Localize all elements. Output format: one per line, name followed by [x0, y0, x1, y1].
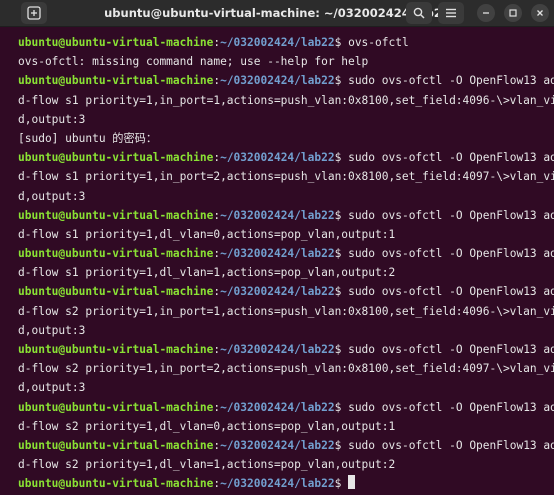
text-cursor	[348, 475, 356, 490]
output-line: d-flow s1 priority=1,in_port=2,actions=p…	[18, 170, 554, 184]
prompt-path: ~/032002424/lab22	[220, 477, 335, 491]
minimize-button[interactable]	[477, 4, 495, 22]
prompt-path: ~/032002424/lab22	[220, 343, 335, 356]
terminal-output[interactable]: ubuntu@ubuntu-virtual-machine:~/03200242…	[18, 33, 554, 494]
maximize-button[interactable]	[504, 4, 522, 22]
window-title: ubuntu@ubuntu-virtual-machine: ~/0320024…	[104, 6, 450, 20]
command-text: sudo ovs-ofctl -O OpenFlow13 ad	[348, 343, 554, 356]
prompt-path: ~/032002424/lab22	[220, 151, 335, 165]
command-text: sudo ovs-ofctl -O OpenFlow13 ad	[348, 400, 554, 414]
prompt-line: ubuntu@ubuntu-virtual-machine:~/03200242…	[18, 474, 554, 493]
output-line: d,output:3	[18, 189, 86, 203]
close-button[interactable]	[531, 4, 549, 22]
output-line: ovs-ofctl: missing command name; use --h…	[18, 55, 369, 69]
new-tab-button[interactable]	[21, 2, 47, 24]
prompt-dollar: $	[334, 477, 349, 491]
prompt-user: ubuntu@ubuntu-virtual-machine	[18, 208, 214, 222]
prompt-user: ubuntu@ubuntu-virtual-machine	[18, 343, 214, 356]
prompt-line: ubuntu@ubuntu-virtual-machine:~/03200242…	[18, 340, 554, 359]
prompt-path: ~/032002424/lab22	[220, 438, 335, 452]
prompt-dollar: $	[334, 438, 349, 452]
command-text: sudo ovs-ofctl -O OpenFlow13 ad	[348, 438, 554, 452]
output-line: d-flow s2 priority=1,dl_vlan=1,actions=p…	[18, 458, 396, 472]
prompt-dollar: $	[334, 208, 349, 222]
prompt-user: ubuntu@ubuntu-virtual-machine	[18, 477, 214, 491]
prompt-dollar: $	[334, 74, 349, 88]
prompt-dollar: $	[334, 285, 349, 299]
prompt-path: ~/032002424/lab22	[220, 36, 335, 49]
command-text: sudo ovs-ofctl -O OpenFlow13 ad	[348, 208, 554, 222]
prompt-line: ubuntu@ubuntu-virtual-machine:~/03200242…	[18, 148, 554, 167]
prompt-user: ubuntu@ubuntu-virtual-machine	[18, 36, 214, 49]
prompt-line: ubuntu@ubuntu-virtual-machine:~/03200242…	[18, 33, 554, 52]
prompt-user: ubuntu@ubuntu-virtual-machine	[18, 247, 214, 261]
prompt-dollar: $	[334, 400, 349, 414]
output-line: d,output:3	[18, 112, 86, 126]
prompt-dollar: $	[334, 36, 349, 49]
prompt-line: ubuntu@ubuntu-virtual-machine:~/03200242…	[18, 436, 554, 455]
prompt-path: ~/032002424/lab22	[220, 400, 335, 414]
title-bar[interactable]: ubuntu@ubuntu-virtual-machine: ~/0320024…	[0, 0, 554, 27]
prompt-user: ubuntu@ubuntu-virtual-machine	[18, 400, 214, 414]
prompt-line: ubuntu@ubuntu-virtual-machine:~/03200242…	[18, 282, 554, 301]
output-line: d-flow s2 priority=1,in_port=2,actions=p…	[18, 362, 554, 376]
prompt-path: ~/032002424/lab22	[220, 208, 335, 222]
output-line: d,output:3	[18, 381, 86, 395]
output-line: d,output:3	[18, 323, 86, 337]
prompt-dollar: $	[334, 151, 349, 165]
command-text: sudo ovs-ofctl -O OpenFlow13 ad	[348, 74, 554, 88]
output-line: d-flow s2 priority=1,dl_vlan=0,actions=p…	[18, 419, 396, 433]
command-text: ovs-ofctl	[348, 36, 409, 49]
output-line: [sudo] ubuntu 的密码：	[18, 131, 158, 145]
prompt-path: ~/032002424/lab22	[220, 74, 335, 88]
output-line: d-flow s1 priority=1,in_port=1,actions=p…	[18, 93, 554, 107]
prompt-user: ubuntu@ubuntu-virtual-machine	[18, 438, 214, 452]
prompt-user: ubuntu@ubuntu-virtual-machine	[18, 74, 214, 88]
command-text: sudo ovs-ofctl -O OpenFlow13 ad	[348, 285, 554, 299]
command-text: sudo ovs-ofctl -O OpenFlow13 ad	[348, 151, 554, 165]
prompt-line: ubuntu@ubuntu-virtual-machine:~/03200242…	[18, 71, 554, 90]
prompt-path: ~/032002424/lab22	[220, 285, 335, 299]
output-line: d-flow s2 priority=1,in_port=1,actions=p…	[18, 304, 554, 318]
prompt-line: ubuntu@ubuntu-virtual-machine:~/03200242…	[18, 244, 554, 263]
prompt-dollar: $	[334, 343, 349, 356]
prompt-user: ubuntu@ubuntu-virtual-machine	[18, 285, 214, 299]
prompt-user: ubuntu@ubuntu-virtual-machine	[18, 151, 214, 165]
search-button[interactable]	[406, 2, 432, 24]
prompt-dollar: $	[334, 247, 349, 261]
terminal-window: ubuntu@ubuntu-virtual-machine: ~/0320024…	[0, 0, 554, 495]
prompt-path: ~/032002424/lab22	[220, 247, 335, 261]
command-text: sudo ovs-ofctl -O OpenFlow13 ad	[348, 247, 554, 261]
menu-button[interactable]	[438, 2, 464, 24]
prompt-line: ubuntu@ubuntu-virtual-machine:~/03200242…	[18, 398, 554, 417]
output-line: d-flow s1 priority=1,dl_vlan=0,actions=p…	[18, 227, 396, 241]
prompt-line: ubuntu@ubuntu-virtual-machine:~/03200242…	[18, 206, 554, 225]
output-line: d-flow s1 priority=1,dl_vlan=1,actions=p…	[18, 266, 396, 280]
